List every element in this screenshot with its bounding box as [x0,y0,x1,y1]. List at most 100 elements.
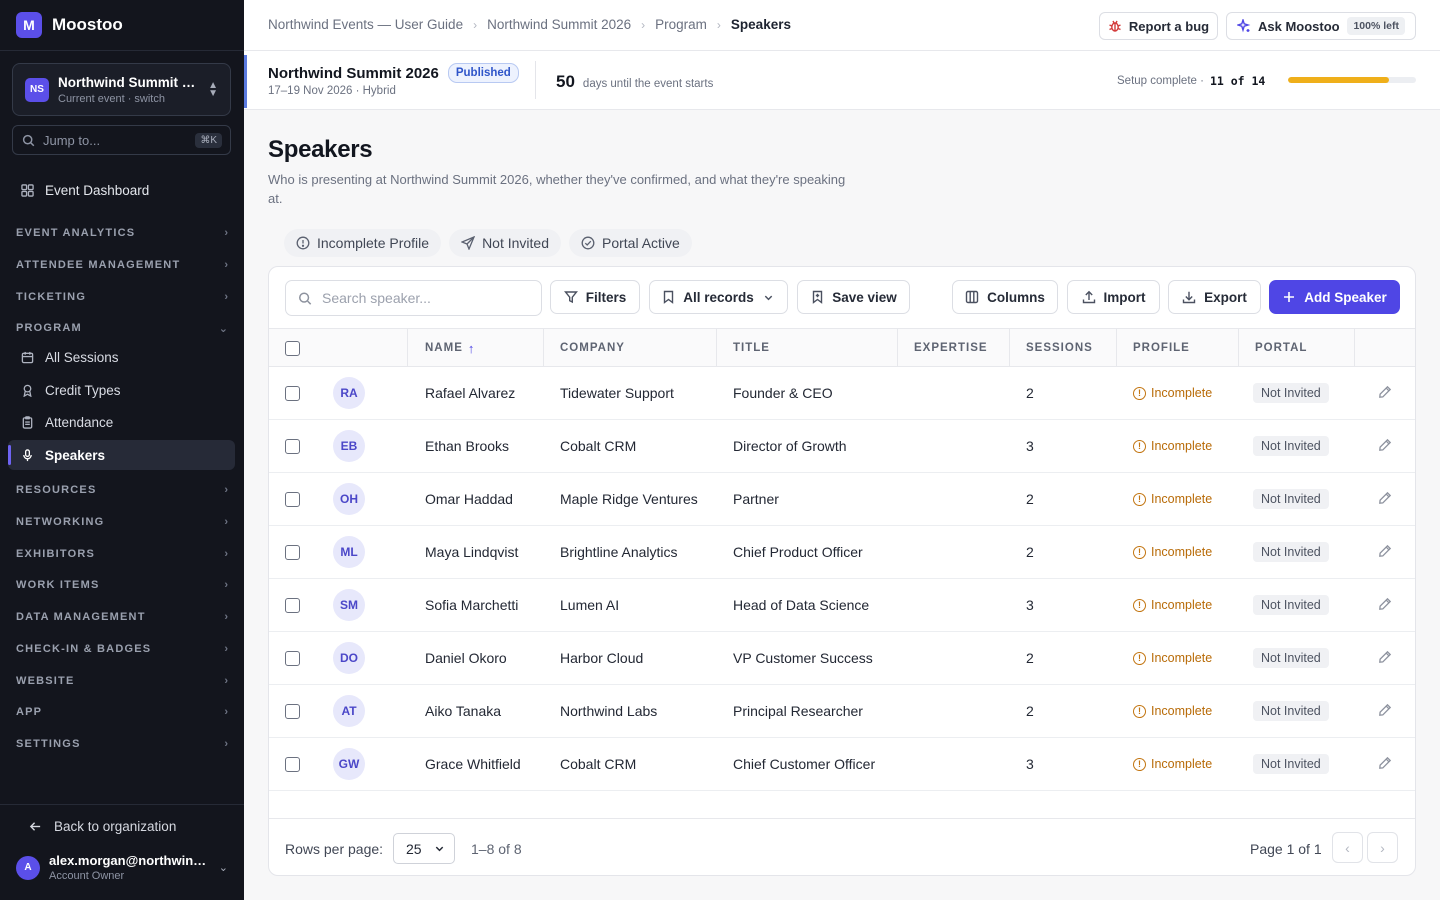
edit-speaker-button[interactable] [1378,579,1392,631]
search-input[interactable] [322,290,522,306]
sidebar-item-credit-types[interactable]: Credit Types [8,375,235,405]
edit-speaker-button[interactable] [1378,632,1392,684]
table-row[interactable]: SM Sofia Marchetti Lumen AI Head of Data Sc… [269,579,1415,632]
event-switcher[interactable]: NS Northwind Summit 2... Current event ·… [12,63,231,116]
column-label: NAME [425,342,463,354]
speaker-name[interactable]: Daniel Okoro [425,632,507,684]
save-view-button[interactable]: Save view [797,280,910,314]
column-label: SESSIONS [1026,342,1093,354]
sidebar-item-attendance[interactable]: Attendance [8,407,235,437]
speaker-name[interactable]: Rafael Alvarez [425,367,515,419]
row-checkbox[interactable] [285,367,300,419]
add-speaker-button[interactable]: Add Speaker [1269,280,1400,314]
all-records-label: All records [683,289,754,305]
column-header-company[interactable]: COMPANY [560,329,625,367]
speaker-company: Northwind Labs [560,703,658,719]
back-to-organization-link[interactable]: Back to organization [28,819,176,834]
next-page-button[interactable]: › [1367,832,1398,863]
column-header-name[interactable]: NAME ↑ [425,329,475,367]
row-checkbox[interactable] [285,738,300,790]
edit-speaker-button[interactable] [1378,526,1392,578]
export-button[interactable]: Export [1168,280,1261,314]
sidebar-section-ticketing[interactable]: TICKETING › [16,289,228,305]
row-checkbox[interactable] [285,685,300,737]
edit-speaker-button[interactable] [1378,473,1392,525]
sidebar-section-program[interactable]: PROGRAM ⌄ [16,320,228,336]
sidebar-section-website[interactable]: WEBSITE › [16,673,228,689]
search-field[interactable] [285,280,542,316]
profile-status: ! Incomplete [1133,526,1212,578]
avatar: GW [333,748,365,780]
user-menu[interactable]: A alex.morgan@northwind... Account Owner… [16,853,228,882]
sidebar-item-speakers[interactable]: Speakers [8,440,235,470]
sidebar-section-app[interactable]: APP › [16,704,228,720]
speaker-sessions: 2 [1026,385,1034,401]
table-row[interactable]: DO Daniel Okoro Harbor Cloud VP Customer Su… [269,632,1415,685]
speaker-name[interactable]: Omar Haddad [425,473,513,525]
sidebar-section-work-items[interactable]: WORK ITEMS › [16,577,228,593]
table-row[interactable]: EB Ethan Brooks Cobalt CRM Director of Grow… [269,420,1415,473]
pencil-icon [1378,650,1392,667]
sidebar-item-event-dashboard[interactable]: Event Dashboard [20,180,149,200]
table-footer: Rows per page: 25 1–8 of 8 Page 1 of 1 ‹… [269,818,1415,875]
columns-button[interactable]: Columns [952,280,1058,314]
edit-speaker-button[interactable] [1378,420,1392,472]
sidebar-section-checkin-badges[interactable]: CHECK-IN & BADGES › [16,641,228,657]
speaker-name[interactable]: Grace Whitfield [425,738,521,790]
table-row[interactable]: RA Rafael Alvarez Tidewater Support Founder… [269,367,1415,420]
row-checkbox[interactable] [285,473,300,525]
rows-per-page-select[interactable]: 25 [393,833,455,864]
chip-incomplete-profile[interactable]: Incomplete Profile [284,229,442,257]
previous-page-button[interactable]: ‹ [1332,832,1363,863]
column-header-title[interactable]: TITLE [733,329,770,367]
speaker-avatar-cell: EB [333,420,365,472]
edit-speaker-button[interactable] [1378,685,1392,737]
all-records-dropdown[interactable]: All records [649,280,788,314]
speaker-name[interactable]: Sofia Marchetti [425,579,518,631]
breadcrumb-item[interactable]: Northwind Summit 2026 [487,17,631,32]
chevron-right-icon: › [224,611,228,623]
ask-moostoo-button[interactable]: Ask Moostoo 100% left [1226,12,1416,40]
chip-portal-active[interactable]: Portal Active [569,229,692,257]
breadcrumb-item[interactable]: Program [655,17,707,32]
sidebar-divider [0,50,244,51]
chip-not-invited[interactable]: Not Invited [449,229,561,257]
row-checkbox[interactable] [285,526,300,578]
edit-speaker-button[interactable] [1378,738,1392,790]
column-header-expertise[interactable]: EXPERTISE [914,329,988,367]
import-button[interactable]: Import [1067,280,1160,314]
edit-speaker-button[interactable] [1378,367,1392,419]
row-checkbox[interactable] [285,632,300,684]
table-row[interactable]: GW Grace Whitfield Cobalt CRM Chief Custome… [269,738,1415,791]
column-header-profile[interactable]: PROFILE [1133,329,1190,367]
section-label: SETTINGS [16,738,81,750]
sidebar-item-all-sessions[interactable]: All Sessions [8,342,235,372]
table-row[interactable]: OH Omar Haddad Maple Ridge Ventures Partner… [269,473,1415,526]
sidebar-section-settings[interactable]: SETTINGS › [16,736,228,752]
filters-button[interactable]: Filters [550,280,640,314]
sidebar-section-event-analytics[interactable]: EVENT ANALYTICS › [16,225,228,241]
sidebar-section-resources[interactable]: RESOURCES › [16,482,228,498]
sidebar-section-networking[interactable]: NETWORKING › [16,514,228,530]
chevron-right-icon: › [224,259,228,271]
breadcrumb-item[interactable]: Northwind Events — User Guide [268,17,463,32]
speaker-name[interactable]: Ethan Brooks [425,420,509,472]
row-checkbox[interactable] [285,579,300,631]
speaker-name[interactable]: Maya Lindqvist [425,526,518,578]
column-label: TITLE [733,342,770,354]
sidebar-section-attendee-management[interactable]: ATTENDEE MANAGEMENT › [16,257,228,273]
report-bug-button[interactable]: Report a bug [1099,12,1218,40]
select-all-checkbox[interactable] [285,329,300,367]
brand[interactable]: M Moostoo [16,12,123,38]
column-header-sessions[interactable]: SESSIONS [1026,329,1093,367]
profile-status-label: Incomplete [1151,757,1213,771]
speaker-name[interactable]: Aiko Tanaka [425,685,501,737]
speaker-company: Lumen AI [560,597,620,613]
row-checkbox[interactable] [285,420,300,472]
table-row[interactable]: AT Aiko Tanaka Northwind Labs Principal Res… [269,685,1415,738]
sidebar-section-data-management[interactable]: DATA MANAGEMENT › [16,609,228,625]
sidebar-section-exhibitors[interactable]: EXHIBITORS › [16,546,228,562]
table-row[interactable]: ML Maya Lindqvist Brightline Analytics Chie… [269,526,1415,579]
column-header-portal[interactable]: PORTAL [1255,329,1307,367]
jump-to-input[interactable]: Jump to... ⌘K [12,125,231,155]
